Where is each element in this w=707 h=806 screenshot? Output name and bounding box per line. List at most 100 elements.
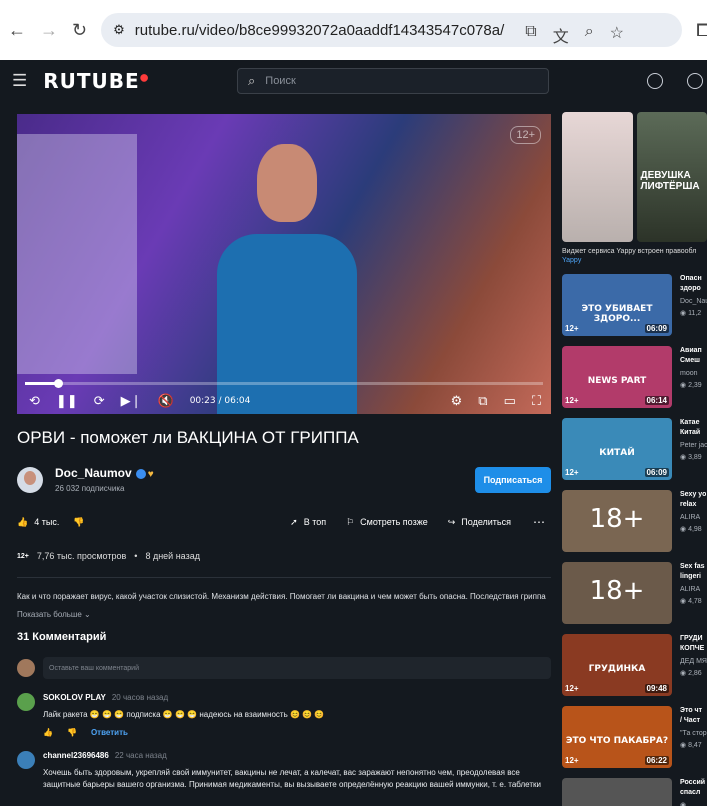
yappy-link[interactable]: Yappy <box>562 257 707 264</box>
recommendation-channel[interactable]: moon <box>680 369 702 379</box>
rewind-10-icon[interactable]: ⟲ <box>29 393 40 409</box>
yappy-tile[interactable]: ДЕВУШКА ЛИФТЁРША <box>636 112 707 242</box>
recommendation-channel[interactable]: Doc_Nau <box>680 297 707 307</box>
recommendation-title-line2[interactable]: КОПЧЕ <box>680 644 707 654</box>
show-more-link[interactable]: Показать больше ⌄ <box>17 610 551 619</box>
recommendation-title[interactable]: Это чт <box>680 706 707 716</box>
site-info-icon[interactable]: ⚙ <box>113 22 125 38</box>
to-top-button[interactable]: ➚ В топ <box>290 517 326 528</box>
progress-bar[interactable] <box>25 379 543 388</box>
recommendation-channel[interactable]: "Та стор <box>680 729 707 739</box>
fullscreen-icon[interactable]: ⛶ <box>532 393 541 409</box>
eye-icon: ◉ <box>680 742 689 749</box>
age-tag: 12+ <box>565 756 579 765</box>
sidebar: ДЕВУШКА ЛИФТЁРША Виджет сервиса Yappy вс… <box>551 102 707 806</box>
logo[interactable]: RUTUBE● <box>43 69 149 93</box>
recommendation-title-line2[interactable]: спасл <box>680 788 705 798</box>
recommendation-card[interactable]: 18+ Sexy yo relax ALIRA ◉ 4,98 <box>562 490 707 552</box>
recommendation-title[interactable]: Россий <box>680 778 705 788</box>
menu-icon[interactable]: ☰ <box>12 71 27 91</box>
eye-icon: ◉ <box>680 598 689 605</box>
recommendation-card[interactable]: 18+ Sex fas lingeri ALIRA ◉ 4,78 <box>562 562 707 624</box>
reload-icon[interactable]: ↻ <box>72 18 87 42</box>
recommendation-views: ◉ 4,78 <box>680 598 702 605</box>
recommendation-title-line2[interactable]: / Част <box>680 716 707 726</box>
recommendation-thumbnail[interactable]: NEWS PART 12+ 06:14 <box>562 346 672 408</box>
next-icon[interactable]: ▶❘ <box>121 393 142 409</box>
recommendation-card[interactable]: КИТАЙ 12+ 06:09 Катае Китай Peter jac ◉ 3,89 <box>562 418 707 480</box>
subscribe-button[interactable]: Подписаться <box>475 466 551 493</box>
recommendation-views: ◉ 4,98 <box>680 526 702 533</box>
duration: 06:09 <box>644 324 669 333</box>
recommendation-thumbnail[interactable]: 18+ <box>562 562 672 624</box>
recommendation-title-line2[interactable]: relax <box>680 500 706 510</box>
open-external-icon[interactable]: ⧉ <box>525 23 536 47</box>
settings-icon[interactable]: ⚙ <box>451 393 463 409</box>
recommendation-thumbnail[interactable]: ЭТО УБИВАЕТ ЗДОРО... 12+ 06:09 <box>562 274 672 336</box>
extensions-icon[interactable]: ⧠ <box>696 18 707 42</box>
recommendation-title[interactable]: Опасн <box>680 274 707 284</box>
comment-avatar[interactable] <box>17 751 35 769</box>
yappy-widget[interactable]: ДЕВУШКА ЛИФТЁРША <box>562 112 707 242</box>
theater-icon[interactable]: ▭ <box>504 393 516 409</box>
comment-author[interactable]: SOKOLOV PLAY <box>43 693 106 702</box>
recommendation-card[interactable]: ГРУДИНКА 12+ 09:48 ГРУДИКОПЧЕ ДЕД МЯС ◉ 2,86 <box>562 634 707 696</box>
recommendation-thumbnail[interactable] <box>562 778 672 806</box>
recommendation-title[interactable]: Sex fas <box>680 562 705 572</box>
channel-avatar[interactable] <box>17 466 43 493</box>
watch-later-button[interactable]: ⚐ Смотреть позже <box>346 517 428 528</box>
recommendation-card[interactable]: ЭТО УБИВАЕТ ЗДОРО... 12+ 06:09 Опасн здоро Do… <box>562 274 707 336</box>
recommendation-thumbnail[interactable]: ГРУДИНКА 12+ 09:48 <box>562 634 672 696</box>
comment-dislike-icon[interactable]: 👎 <box>67 728 77 737</box>
upload-icon[interactable] <box>647 73 663 89</box>
miniplayer-icon[interactable]: ⧉ <box>478 393 487 409</box>
recommendation-thumbnail[interactable]: ЭТО ЧТО ПАКАБРА? 12+ 06:22 <box>562 706 672 768</box>
like-button[interactable]: 👍 4 тыс. <box>17 517 59 528</box>
zoom-icon[interactable]: ⌕ <box>585 23 594 47</box>
recommendation-title-line2[interactable]: Китай <box>680 428 707 438</box>
recommendation-channel[interactable]: ALIRA <box>680 585 705 595</box>
back-icon[interactable]: ← <box>8 18 26 42</box>
comment-like-icon[interactable]: 👍 <box>43 728 53 737</box>
recommendation-title[interactable]: ГРУДИ <box>680 634 707 644</box>
reply-button[interactable]: Ответить <box>91 728 128 737</box>
share-button[interactable]: ↪ Поделиться <box>448 517 511 528</box>
user-avatar <box>17 659 35 677</box>
recommendation-thumbnail[interactable]: 18+ <box>562 490 672 552</box>
progress-knob[interactable] <box>53 379 63 388</box>
recommendation-title[interactable]: Sexy yo <box>680 490 706 500</box>
video-player[interactable]: 12+ ⟲ ❚❚ ⟳ ▶❘ 🔇 00:23 / 06:04 ⚙ ⧉ ▭ ⛶ <box>17 114 551 414</box>
comment-avatar[interactable] <box>17 693 35 711</box>
recommendation-title-line2[interactable]: Смеш <box>680 356 702 366</box>
url-text[interactable]: rutube.ru/video/b8ce99932072a0aaddf14343… <box>135 22 505 39</box>
comment-time: 20 часов назад <box>111 693 169 702</box>
forward-10-icon[interactable]: ⟳ <box>94 393 105 409</box>
recommendation-title[interactable]: Катае <box>680 418 707 428</box>
bookmark-star-icon[interactable]: ☆ <box>610 23 624 47</box>
more-options-icon[interactable]: ⋯ <box>533 515 545 529</box>
recommendation-title-line2[interactable]: lingeri <box>680 572 705 582</box>
recommendation-channel[interactable]: ДЕД МЯС <box>680 657 707 667</box>
pause-icon[interactable]: ❚❚ <box>56 393 78 409</box>
channel-name[interactable]: Doc_Naumov <box>55 466 132 480</box>
yappy-tile[interactable] <box>562 112 633 242</box>
forward-icon[interactable]: → <box>40 18 58 42</box>
dislike-button[interactable]: 👎 <box>73 517 84 528</box>
notification-icon[interactable] <box>687 73 703 89</box>
recommendation-card[interactable]: ЭТО ЧТО ПАКАБРА? 12+ 06:22 Это чт / Част "Та … <box>562 706 707 768</box>
recommendation-channel[interactable]: Peter jac <box>680 441 707 451</box>
recommendation-card[interactable]: Россий спасл ◉ <box>562 778 707 806</box>
search-input[interactable]: ⌕ Поиск <box>237 68 549 94</box>
recommendation-card[interactable]: NEWS PART 12+ 06:14 Авиап Смеш moon ◉ 2,39 <box>562 346 707 408</box>
comment-input[interactable]: Оставьте ваш комментарий <box>43 657 551 679</box>
recommendation-title[interactable]: Авиап <box>680 346 702 356</box>
comment-author[interactable]: channel23696486 <box>43 751 109 760</box>
address-bar[interactable]: ⚙ rutube.ru/video/b8ce99932072a0aaddf143… <box>101 13 683 47</box>
recommendation-views: ◉ 8,47 <box>680 742 702 749</box>
translate-icon[interactable]: 文 <box>553 23 569 47</box>
thumbnail-text: ЭТО ЧТО ПАКАБРА? <box>565 736 669 746</box>
mute-icon[interactable]: 🔇 <box>158 393 174 409</box>
recommendation-thumbnail[interactable]: КИТАЙ 12+ 06:09 <box>562 418 672 480</box>
recommendation-title-line2[interactable]: здоро <box>680 284 707 294</box>
recommendation-channel[interactable]: ALIRA <box>680 513 706 523</box>
